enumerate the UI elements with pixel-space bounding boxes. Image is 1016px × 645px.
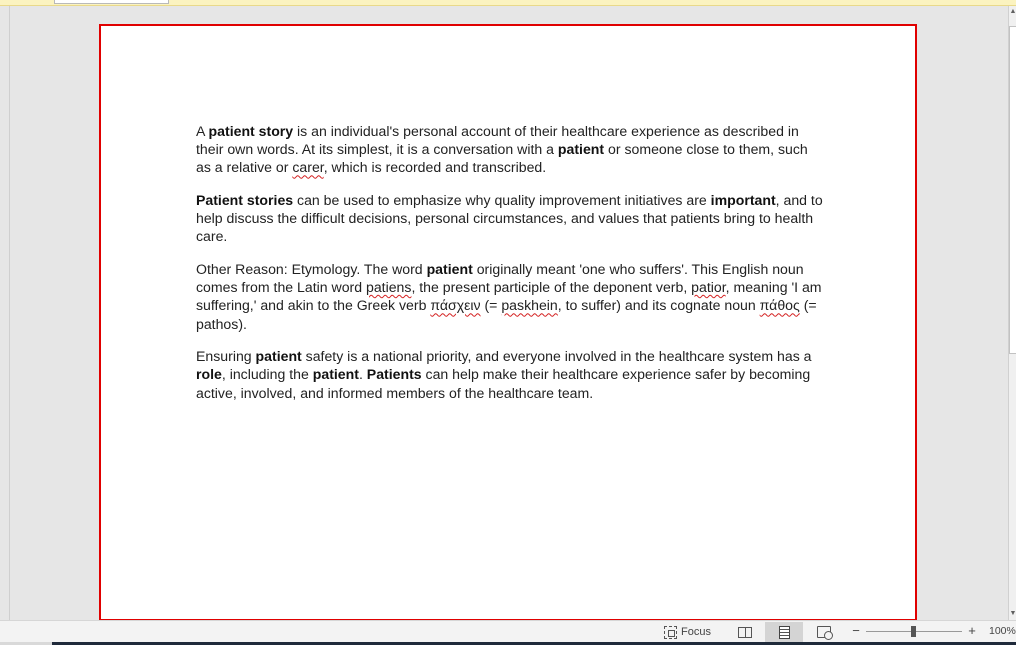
bold-text-run: Patients — [366, 366, 422, 383]
spellcheck-flagged-word: patior — [691, 279, 726, 296]
text-run: Other Reason: Etymology. The word — [196, 261, 427, 277]
bold-text-run: patient — [426, 261, 473, 277]
ribbon-field[interactable] — [54, 0, 169, 4]
focus-button[interactable]: Focus — [664, 624, 711, 640]
spellcheck-flagged-word: paskhein — [501, 297, 558, 314]
focus-label: Focus — [681, 626, 711, 638]
text-run: (= — [480, 297, 502, 314]
spellcheck-flagged-word: carer — [292, 159, 324, 176]
print-layout-icon — [778, 625, 790, 639]
spellcheck-flagged-word: πάθος — [759, 297, 800, 314]
bold-text-run: role — [196, 366, 222, 383]
bold-text-run: patient story — [208, 123, 294, 139]
vertical-scrollbar[interactable]: ▲ ▼ — [1008, 6, 1016, 620]
bold-text-run: patient — [312, 366, 359, 383]
document-paragraph[interactable]: Patient stories can be used to emphasize… — [196, 191, 826, 246]
text-run: , the present participle of the deponent… — [411, 279, 692, 296]
read-mode-icon — [738, 626, 752, 638]
zoom-out-button[interactable]: − — [850, 623, 862, 638]
print-layout-button[interactable] — [765, 622, 803, 642]
text-run: , including the — [221, 366, 313, 383]
status-bar: Focus − + 100% — [0, 620, 1016, 642]
left-margin-rule — [9, 6, 10, 620]
document-body[interactable]: A patient story is an individual's perso… — [196, 122, 826, 416]
bold-text-run: patient — [255, 348, 302, 365]
text-run: A — [196, 123, 209, 139]
bold-text-run: important — [710, 192, 776, 208]
spellcheck-flagged-word: πάσχειν — [430, 297, 481, 314]
text-run: can be used to emphasize why quality imp… — [293, 192, 711, 208]
zoom-level[interactable]: 100% — [989, 625, 1016, 637]
document-paragraph[interactable]: A patient story is an individual's perso… — [196, 122, 826, 177]
text-run: Ensuring — [196, 348, 256, 365]
text-run: , to suffer) and its cognate noun — [557, 297, 760, 314]
text-run: . — [358, 366, 367, 383]
zoom-slider-thumb[interactable] — [911, 626, 916, 637]
document-page[interactable]: A patient story is an individual's perso… — [99, 24, 917, 621]
text-run: safety is a national priority, and every… — [301, 348, 812, 365]
web-layout-button[interactable] — [805, 622, 843, 642]
read-mode-button[interactable] — [726, 622, 764, 642]
scroll-thumb[interactable] — [1009, 26, 1016, 354]
text-run: , which is recorded and transcribed. — [323, 159, 547, 176]
scroll-down-arrow[interactable]: ▼ — [1009, 610, 1016, 618]
document-paragraph[interactable]: Ensuring patient safety is a national pr… — [196, 347, 826, 402]
zoom-in-button[interactable]: + — [966, 623, 978, 638]
bold-text-run: Patient stories — [196, 192, 294, 208]
spellcheck-flagged-word: patiens — [365, 279, 412, 296]
focus-icon — [664, 625, 677, 639]
scroll-up-arrow[interactable]: ▲ — [1009, 8, 1016, 16]
document-paragraph[interactable]: Other Reason: Etymology. The word patien… — [196, 260, 826, 333]
bold-text-run: patient — [557, 141, 605, 158]
web-layout-icon — [817, 626, 833, 640]
